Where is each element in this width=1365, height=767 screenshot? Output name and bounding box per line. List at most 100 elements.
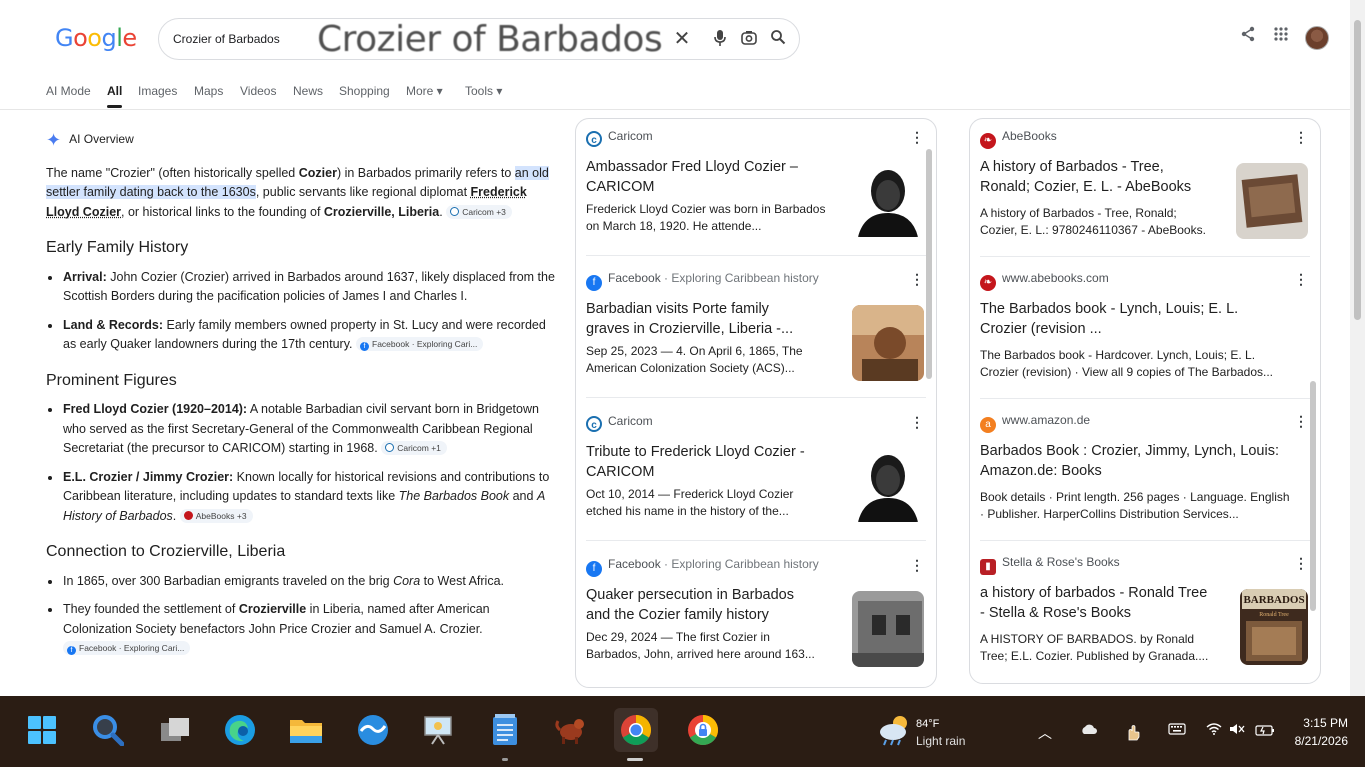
card-title[interactable]: a history of barbados - Ronald Tree - St… <box>980 583 1210 623</box>
item-bold: Crozierville <box>238 602 307 616</box>
edge-browser-icon[interactable] <box>222 712 258 748</box>
more-options-icon[interactable]: ⋮ <box>1294 413 1308 430</box>
source-card[interactable]: ❧ AbeBooks ⋮ A history of Barbados - Tree… <box>980 119 1310 261</box>
keyboard-icon[interactable] <box>1168 723 1186 738</box>
item-text: They founded the settlement of <box>63 602 239 616</box>
photo-thumbnail <box>852 591 924 667</box>
tab-more[interactable]: More ▾ <box>406 84 443 98</box>
more-options-icon[interactable]: ⋮ <box>910 271 924 288</box>
source-subtitle: Exploring Caribbean history <box>671 557 819 571</box>
notepad-icon[interactable] <box>487 712 523 748</box>
card-title[interactable]: A history of Barbados - Tree, Ronald; Co… <box>980 157 1210 197</box>
panel-scrollbar[interactable] <box>1310 381 1316 611</box>
search-magnifier-icon[interactable] <box>90 712 126 748</box>
share-icon[interactable] <box>1240 26 1256 47</box>
show-hidden-icons-chevron-icon[interactable]: ︿ <box>1038 723 1052 743</box>
book-cover-thumbnail: BARBADOS Ronald Tree <box>1240 589 1308 665</box>
item-text: and <box>509 489 537 503</box>
card-title[interactable]: Quaker persecution in Barbados and the C… <box>586 585 816 625</box>
sources-panel-right: ❧ AbeBooks ⋮ A history of Barbados - Tree… <box>969 118 1321 684</box>
card-title[interactable]: Barbadian visits Porte family graves in … <box>586 299 816 339</box>
panel-scrollbar[interactable] <box>926 149 932 379</box>
microphone-icon[interactable] <box>710 29 730 49</box>
source-chip[interactable]: f Facebook · Exploring Cari... <box>356 337 484 351</box>
file-explorer-icon[interactable] <box>288 712 324 748</box>
more-options-icon[interactable]: ⋮ <box>910 557 924 574</box>
source-name: Stella & Rose's Books <box>1002 555 1120 569</box>
source-card[interactable]: c Caricom ⋮ Tribute to Frederick Lloyd Co… <box>586 404 926 546</box>
tab-videos[interactable]: Videos <box>240 84 276 98</box>
chrome-icon[interactable] <box>614 708 658 752</box>
logo-letter: o <box>87 24 102 52</box>
source-chip[interactable]: Caricom +3 <box>446 204 512 219</box>
sources-panel-middle: c Caricom ⋮ Ambassador Fred Lloyd Cozier … <box>575 118 937 688</box>
source-chip[interactable]: AbeBooks +3 <box>179 508 253 523</box>
clear-icon[interactable]: ✕ <box>672 29 692 49</box>
card-title[interactable]: Ambassador Fred Lloyd Cozier – CARICOM <box>586 157 816 197</box>
account-avatar[interactable] <box>1305 26 1329 50</box>
weather-widget[interactable]: 84°F Light rain <box>878 714 965 751</box>
card-source: ▮ Stella & Rose's Books <box>980 555 1120 575</box>
battery-icon[interactable] <box>1255 723 1275 740</box>
source-chip[interactable]: f Facebook · Exploring Cari... <box>63 641 191 655</box>
source-card[interactable]: c Caricom ⋮ Ambassador Fred Lloyd Cozier … <box>586 119 926 261</box>
hand-touch-icon[interactable] <box>1124 723 1142 744</box>
wifi-icon[interactable] <box>1206 723 1222 738</box>
ai-overview-intro: The name "Crozier" (often historically s… <box>46 164 556 223</box>
more-options-icon[interactable]: ⋮ <box>1294 555 1308 572</box>
tab-maps[interactable]: Maps <box>194 84 223 98</box>
search-input[interactable]: Crozier of Barbados <box>173 32 280 46</box>
source-card[interactable]: ❧ www.abebooks.com ⋮ The Barbados book - … <box>980 261 1310 403</box>
more-options-icon[interactable]: ⋮ <box>1294 129 1308 146</box>
tab-images[interactable]: Images <box>138 84 177 98</box>
tab-news[interactable]: News <box>293 84 323 98</box>
tab-ai-mode[interactable]: AI Mode <box>46 84 91 98</box>
page-scrollbar[interactable] <box>1350 0 1365 696</box>
chip-label: Facebook · Exploring Cari... <box>372 339 478 349</box>
lens-camera-icon[interactable] <box>739 29 759 49</box>
windows-start-icon[interactable] <box>24 712 60 748</box>
tab-tools[interactable]: Tools ▾ <box>465 84 502 98</box>
search-icon[interactable] <box>768 29 788 49</box>
card-title[interactable]: Barbados Book : Crozier, Jimmy, Lynch, L… <box>980 441 1290 481</box>
logo-letter: G <box>55 24 74 52</box>
card-title[interactable]: Tribute to Frederick Lloyd Cozier - CARI… <box>586 442 816 482</box>
source-card[interactable]: ▮ Stella & Rose's Books ⋮ a history of ba… <box>980 545 1310 683</box>
page-scrollbar-thumb[interactable] <box>1354 20 1361 320</box>
item-text: In 1865, over 300 Barbadian emigrants tr… <box>63 573 394 588</box>
facebook-icon: f <box>586 275 602 291</box>
weather-rain-icon <box>880 716 907 746</box>
divider <box>980 398 1310 399</box>
weather-temp: 84°F <box>916 718 940 730</box>
source-card[interactable]: a www.amazon.de ⋮ Barbados Book : Crozier… <box>980 403 1310 545</box>
tab-all[interactable]: All <box>107 84 123 108</box>
animal-app-icon[interactable] <box>553 712 589 748</box>
presentation-app-icon[interactable] <box>420 712 456 748</box>
tab-shopping[interactable]: Shopping <box>339 84 390 98</box>
item-bold: Arrival: <box>63 269 107 284</box>
more-options-icon[interactable]: ⋮ <box>1294 271 1308 288</box>
source-card[interactable]: f Facebook · Exploring Caribbean history … <box>586 547 926 687</box>
abebooks-icon: ❧ <box>980 275 996 291</box>
chrome-secure-icon[interactable] <box>685 712 721 748</box>
clock-time: 3:15 PM <box>1303 716 1348 730</box>
search-box[interactable]: Crozier of Barbados Crozier of Barbados … <box>158 18 800 60</box>
onedrive-cloud-icon[interactable] <box>1080 723 1098 738</box>
app-wave-icon[interactable] <box>355 712 391 748</box>
speaker-muted-icon[interactable] <box>1229 723 1245 738</box>
apps-grid-icon[interactable] <box>1273 26 1289 47</box>
facebook-icon: f <box>360 342 369 351</box>
card-title[interactable]: The Barbados book - Lynch, Louis; E. L. … <box>980 299 1280 339</box>
more-options-icon[interactable]: ⋮ <box>910 129 924 146</box>
item-italic: Cora <box>393 573 421 588</box>
section-list: Arrival: John Cozier (Crozier) arrived i… <box>46 268 556 355</box>
source-card[interactable]: f Facebook · Exploring Caribbean history … <box>586 261 926 403</box>
intro-bold: Cozier <box>298 165 337 180</box>
source-chip[interactable]: Caricom +1 <box>381 441 447 455</box>
section-list: In 1865, over 300 Barbadian emigrants tr… <box>46 572 556 659</box>
list-item: E.L. Crozier / Jimmy Crozier: Known loca… <box>46 468 556 527</box>
more-options-icon[interactable]: ⋮ <box>910 414 924 431</box>
google-logo[interactable]: Google <box>55 24 137 53</box>
system-clock[interactable]: 3:15 PM 8/21/2026 <box>1284 714 1348 750</box>
task-view-icon[interactable] <box>157 712 193 748</box>
